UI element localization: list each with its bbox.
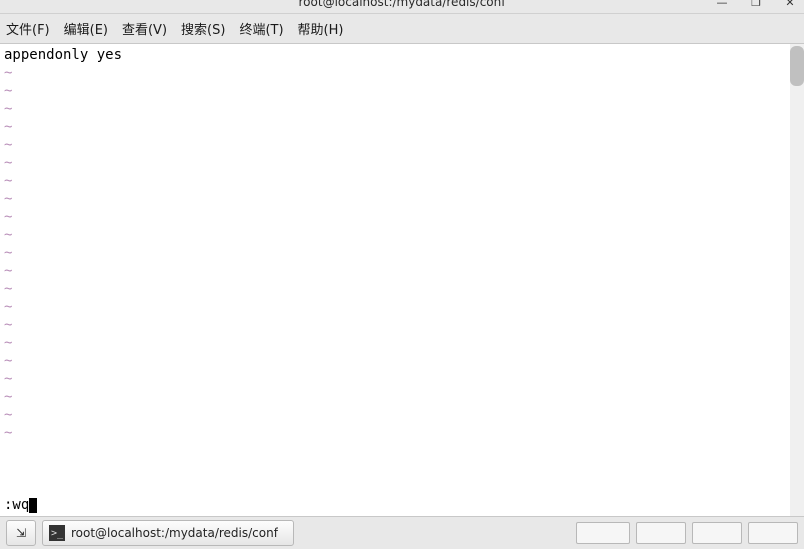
editor-empty-line: ~ [4, 298, 786, 316]
terminal-icon: >_ [49, 525, 65, 541]
taskbar-app-terminal[interactable]: >_ root@localhost:/mydata/redis/conf [42, 520, 294, 546]
editor-empty-line: ~ [4, 64, 786, 82]
editor-empty-line: ~ [4, 244, 786, 262]
workspace-icon: ⇲ [16, 526, 26, 540]
vim-command-text: :wq [4, 496, 29, 514]
editor-empty-line: ~ [4, 208, 786, 226]
menu-search[interactable]: 搜索(S) [181, 19, 225, 38]
tray-slot-2[interactable] [636, 522, 686, 544]
editor-empty-line: ~ [4, 406, 786, 424]
tray-slot-3[interactable] [692, 522, 742, 544]
tray-slot-1[interactable] [576, 522, 630, 544]
window-controls: — ❐ ✕ [714, 0, 798, 8]
tray-slot-4[interactable] [748, 522, 798, 544]
window-titlebar: root@localhost:/mydata/redis/conf — ❐ ✕ [0, 0, 804, 14]
editor-empty-line: ~ [4, 262, 786, 280]
window-maximize-button[interactable]: ❐ [748, 0, 764, 8]
editor-empty-line: ~ [4, 370, 786, 388]
editor-empty-line: ~ [4, 280, 786, 298]
text-cursor [29, 498, 37, 513]
editor-empty-line: ~ [4, 334, 786, 352]
vertical-scrollbar[interactable] [790, 44, 804, 516]
vim-editor[interactable]: appendonly yes~~~~~~~~~~~~~~~~~~~~~ :wq [0, 44, 790, 516]
taskbar-app-label: root@localhost:/mydata/redis/conf [71, 526, 278, 540]
menu-edit[interactable]: 编辑(E) [64, 19, 108, 38]
editor-empty-line: ~ [4, 82, 786, 100]
vim-command-line[interactable]: :wq [4, 496, 786, 516]
editor-empty-line: ~ [4, 100, 786, 118]
editor-empty-line: ~ [4, 136, 786, 154]
menu-terminal[interactable]: 终端(T) [239, 19, 283, 38]
editor-empty-line: ~ [4, 190, 786, 208]
menu-help[interactable]: 帮助(H) [298, 19, 344, 38]
editor-line: appendonly yes [4, 46, 786, 64]
menu-file[interactable]: 文件(F) [6, 19, 50, 38]
editor-empty-line: ~ [4, 154, 786, 172]
window-minimize-button[interactable]: — [714, 0, 730, 8]
terminal-area[interactable]: appendonly yes~~~~~~~~~~~~~~~~~~~~~ :wq [0, 44, 804, 516]
scrollbar-thumb[interactable] [790, 46, 804, 86]
menu-view[interactable]: 查看(V) [122, 19, 167, 38]
window-close-button[interactable]: ✕ [782, 0, 798, 8]
editor-empty-line: ~ [4, 388, 786, 406]
editor-empty-line: ~ [4, 316, 786, 334]
editor-empty-line: ~ [4, 424, 786, 442]
menubar: 文件(F) 编辑(E) 查看(V) 搜索(S) 终端(T) 帮助(H) [0, 14, 804, 44]
editor-empty-line: ~ [4, 118, 786, 136]
workspace-switcher-button[interactable]: ⇲ [6, 520, 36, 546]
editor-empty-line: ~ [4, 172, 786, 190]
desktop-taskbar: ⇲ >_ root@localhost:/mydata/redis/conf [0, 516, 804, 549]
editor-buffer: appendonly yes~~~~~~~~~~~~~~~~~~~~~ [4, 46, 786, 442]
editor-empty-line: ~ [4, 352, 786, 370]
editor-empty-line: ~ [4, 226, 786, 244]
window-title: root@localhost:/mydata/redis/conf [299, 0, 506, 9]
